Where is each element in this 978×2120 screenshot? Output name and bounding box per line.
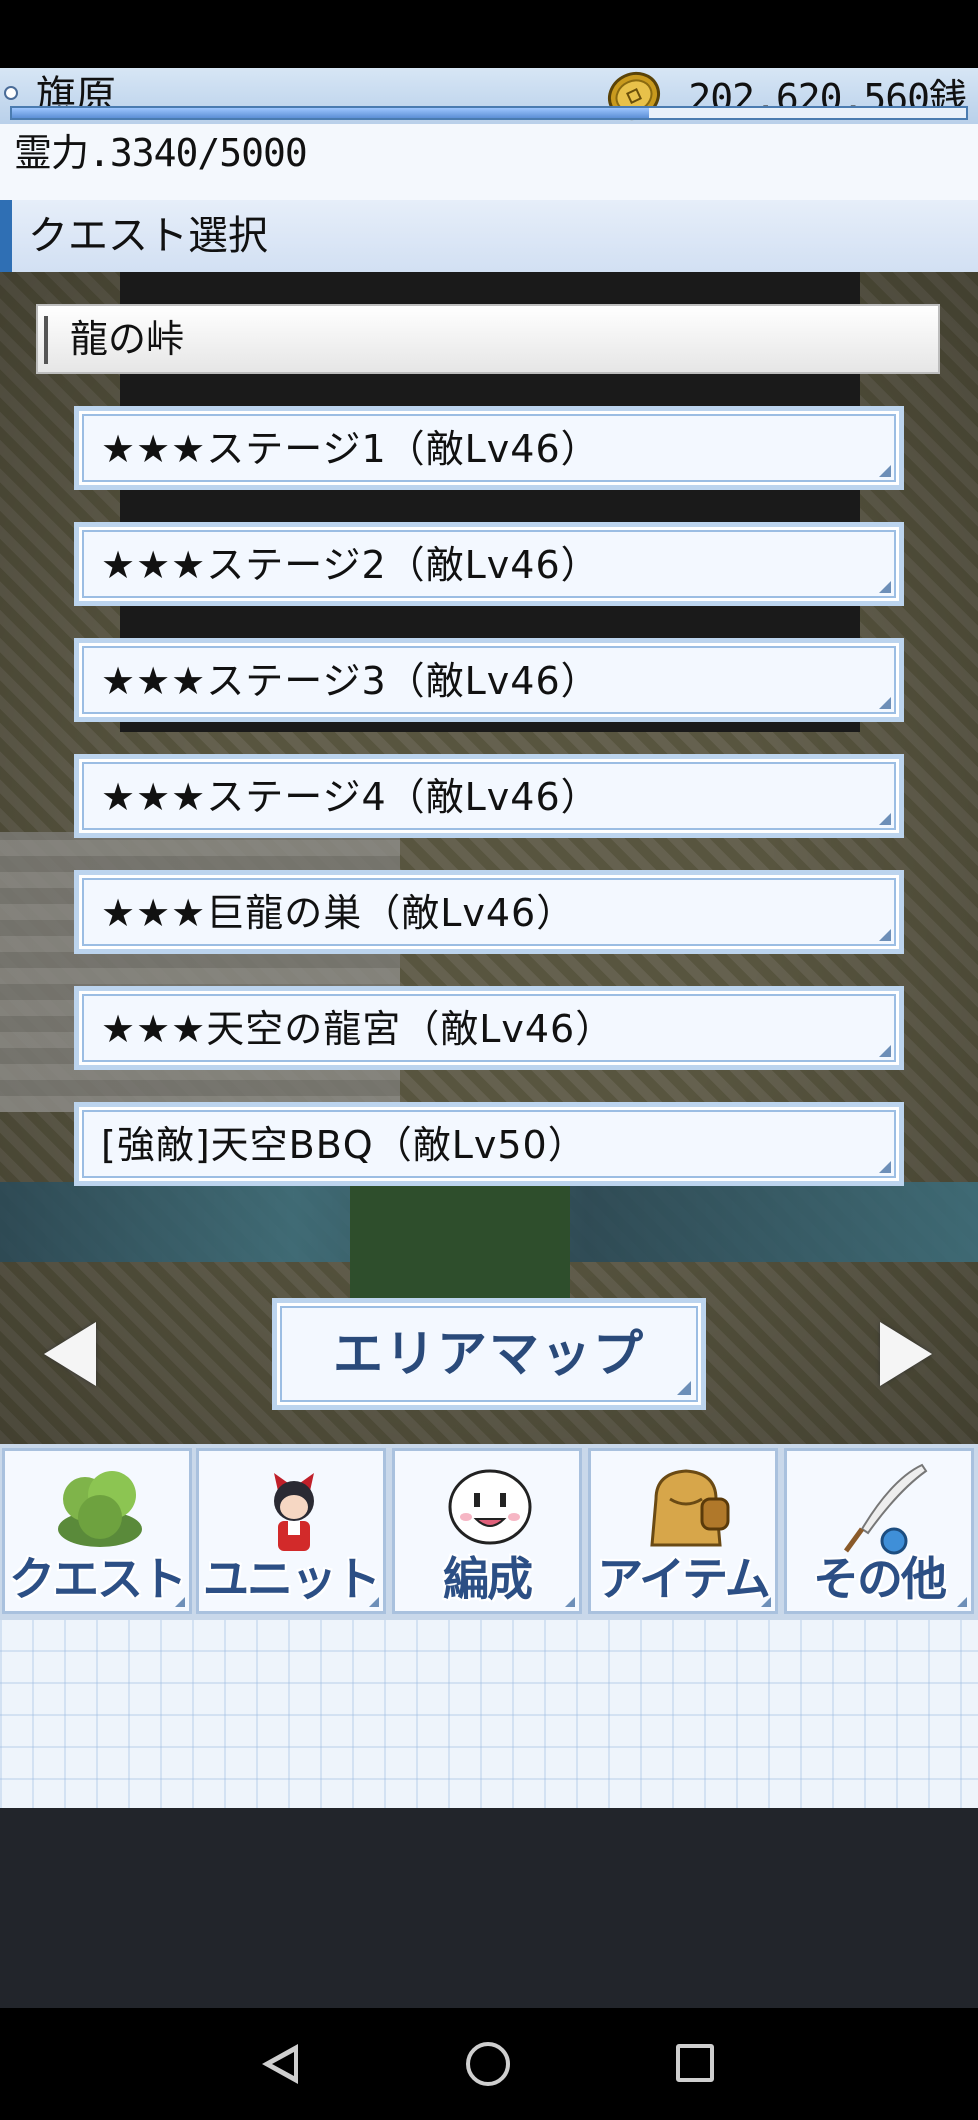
stage-label: ★★★ステージ1（敵Lv46） (101, 427, 600, 471)
stage-label: ★★★ステージ4（敵Lv46） (101, 775, 600, 819)
section-accent (0, 200, 12, 272)
previous-area-arrow-icon[interactable] (44, 1322, 96, 1386)
back-icon-inner (272, 2052, 294, 2076)
stamina-bar-fill (12, 108, 650, 118)
nav-label: アイテム (597, 1552, 770, 1606)
recent-apps-icon[interactable] (676, 2044, 714, 2082)
character-icon (274, 1473, 314, 1551)
stage-label: [強敵]天空BBQ（敵Lv50） (101, 1123, 587, 1167)
section-title: クエスト選択 (28, 213, 268, 259)
stage-button-3[interactable]: ★★★ステージ3（敵Lv46） (74, 638, 904, 722)
tree-icon (58, 1471, 142, 1547)
stage-button-6[interactable]: ★★★天空の龍宮（敵Lv46） (74, 986, 904, 1070)
nav-formation-button[interactable]: 編成 (392, 1448, 582, 1614)
stage-label: ★★★巨龍の巣（敵Lv46） (101, 891, 576, 935)
stamina-row: 霊力.3340/5000 (0, 124, 978, 200)
section-header: クエスト選択 (0, 200, 978, 274)
status-bar (0, 0, 978, 68)
area-title-box: 龍の峠 (36, 304, 940, 374)
nav-other-button[interactable]: その他 (784, 1448, 974, 1614)
nav-quest-button[interactable]: クエスト (2, 1448, 192, 1614)
area-name: 龍の峠 (70, 317, 185, 361)
stage-label: ★★★天空の龍宮（敵Lv46） (101, 1007, 615, 1051)
empty-area (0, 1808, 978, 2008)
stage-button-2[interactable]: ★★★ステージ2（敵Lv46） (74, 522, 904, 606)
checkered-panel (0, 1620, 978, 1808)
stage-label: ★★★ステージ2（敵Lv46） (101, 543, 600, 587)
nav-unit-button[interactable]: ユニット (196, 1448, 386, 1614)
stage-button-1[interactable]: ★★★ステージ1（敵Lv46） (74, 406, 904, 490)
stage-button-4[interactable]: ★★★ステージ4（敵Lv46） (74, 754, 904, 838)
nav-label: その他 (813, 1552, 947, 1606)
header: 旗原 202,620,560銭 霊力.3340/5000 (0, 68, 978, 200)
next-area-arrow-icon[interactable] (880, 1322, 932, 1386)
stamina-text: 霊力.3340/5000 (14, 131, 308, 175)
stage-button-5[interactable]: ★★★巨龍の巣（敵Lv46） (74, 870, 904, 954)
face-icon (448, 1469, 532, 1545)
nav-label: クエスト (9, 1552, 187, 1606)
bag-icon (650, 1469, 730, 1547)
bottom-nav: クエスト ユニット 編成 アイテム その他 (0, 1444, 978, 1620)
stamina-bar (10, 106, 968, 120)
quill-icon (843, 1463, 928, 1555)
stage-label: ★★★ステージ3（敵Lv46） (101, 659, 600, 703)
stage-button-7[interactable]: [強敵]天空BBQ（敵Lv50） (74, 1102, 904, 1186)
nav-label: ユニット (203, 1552, 381, 1606)
nav-label: 編成 (443, 1552, 533, 1606)
area-map-button[interactable]: エリアマップ (272, 1298, 706, 1410)
area-map-label: エリアマップ (333, 1325, 645, 1383)
map-grass-patch (350, 1172, 570, 1312)
nav-item-button[interactable]: アイテム (588, 1448, 778, 1614)
menu-dot-icon[interactable] (4, 86, 18, 100)
home-icon[interactable] (466, 2042, 510, 2086)
